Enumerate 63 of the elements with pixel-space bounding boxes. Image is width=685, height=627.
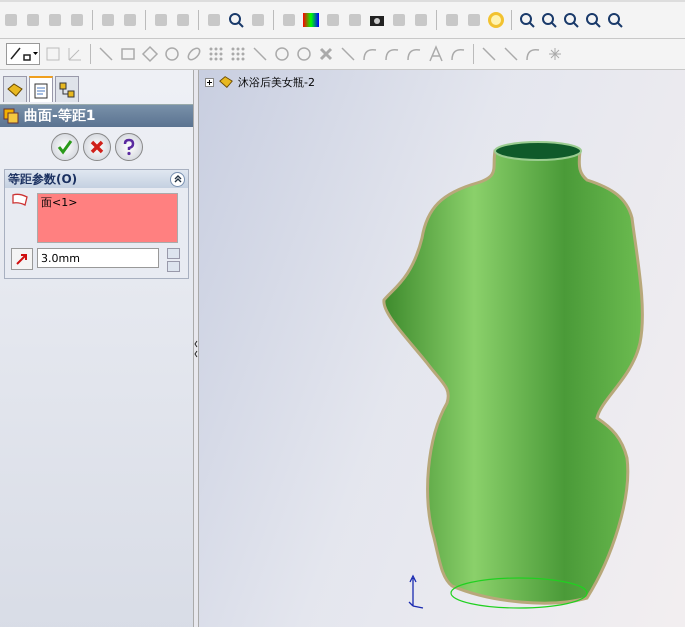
toolbar-icon[interactable] xyxy=(66,45,84,63)
sketch-tool-icon[interactable] xyxy=(480,45,498,63)
property-manager-title: 曲面-等距1 xyxy=(24,107,96,125)
sketch-tool-icon[interactable] xyxy=(163,45,181,63)
magnifier-icon[interactable] xyxy=(540,11,558,29)
panel-tab[interactable] xyxy=(3,76,27,102)
magnifier-icon[interactable] xyxy=(227,11,245,29)
sketch-tool-icon[interactable] xyxy=(207,45,225,63)
spin-buttons[interactable] xyxy=(167,248,180,272)
panel-tab[interactable] xyxy=(29,76,53,102)
toolbar-icon[interactable] xyxy=(68,11,86,29)
ok-button[interactable] xyxy=(50,133,78,161)
toolbar-icon[interactable] xyxy=(121,11,139,29)
sketch-tool-icon[interactable] xyxy=(427,45,445,63)
toolbar-icon[interactable] xyxy=(465,11,483,29)
sketch-tool-icon[interactable] xyxy=(273,45,291,63)
pencil-dropdown-icon[interactable] xyxy=(6,43,40,65)
magnifier-icon[interactable] xyxy=(606,11,624,29)
sketch-tool-icon[interactable] xyxy=(295,45,313,63)
sketch-tool-icon[interactable] xyxy=(229,45,247,63)
help-button[interactable] xyxy=(114,133,142,161)
collapse-button[interactable] xyxy=(170,172,185,186)
toolbar-icon[interactable] xyxy=(443,11,461,29)
part-icon xyxy=(218,74,234,90)
sketch-tool-icon[interactable] xyxy=(185,45,203,63)
toolbar-icon[interactable] xyxy=(46,11,64,29)
face-icon xyxy=(11,193,29,207)
sketch-tool-icon[interactable] xyxy=(97,45,115,63)
collapse-handle-icon[interactable] xyxy=(194,338,198,358)
toolbar-icon[interactable] xyxy=(99,11,117,29)
toolbar-icon[interactable] xyxy=(24,11,42,29)
check-icon xyxy=(56,138,74,156)
surface-offset-icon xyxy=(3,108,19,124)
toolbar-icon[interactable] xyxy=(412,11,430,29)
section-title: 等距参数(O) xyxy=(8,170,78,188)
cancel-button[interactable] xyxy=(82,133,110,161)
toolbar-icon[interactable] xyxy=(2,11,20,29)
panel-tab[interactable] xyxy=(55,76,79,102)
magnifier-icon[interactable] xyxy=(562,11,580,29)
sketch-tool-icon[interactable] xyxy=(141,45,159,63)
sketch-tool-icon[interactable] xyxy=(251,45,269,63)
clipboard-icon xyxy=(32,81,50,99)
plus-icon[interactable] xyxy=(205,78,214,86)
arrow-icon xyxy=(15,252,29,266)
toolbar-icon[interactable] xyxy=(174,11,192,29)
selection-list[interactable]: 面<1> xyxy=(37,193,178,243)
toolbar-icon[interactable] xyxy=(44,45,62,63)
magnifier-icon[interactable] xyxy=(584,11,602,29)
part-name: 沐浴后美女瓶-2 xyxy=(238,74,315,90)
magnifier-icon[interactable] xyxy=(518,11,536,29)
tree-icon xyxy=(58,80,76,98)
axis-triad-icon xyxy=(407,574,425,610)
color-swatch-icon[interactable] xyxy=(302,11,320,29)
sketch-tool-icon[interactable] xyxy=(339,45,357,63)
reverse-direction-button[interactable] xyxy=(11,248,33,270)
sketch-tool-icon[interactable] xyxy=(317,45,335,63)
chevron-icon xyxy=(172,173,184,185)
sketch-tool-icon[interactable] xyxy=(546,45,564,63)
toolbar-icon[interactable] xyxy=(152,11,170,29)
part-icon xyxy=(6,80,24,98)
sketch-tool-icon[interactable] xyxy=(502,45,520,63)
distance-field[interactable]: 3.0mm xyxy=(37,248,159,268)
selection-item[interactable]: 面<1> xyxy=(41,195,174,210)
